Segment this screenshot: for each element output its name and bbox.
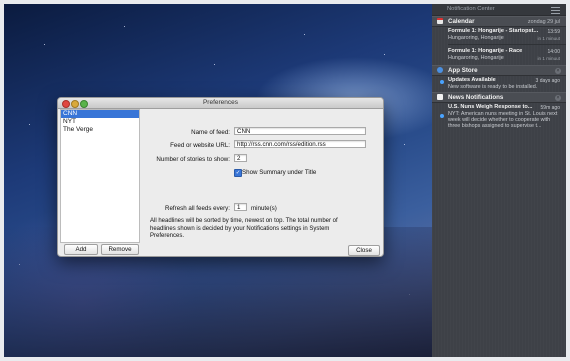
app-store-notification[interactable]: Updates Available 3 days ago New softwar… bbox=[432, 75, 566, 92]
close-button[interactable]: Close bbox=[348, 245, 380, 256]
notification-center-header: Notification Center bbox=[432, 4, 566, 16]
calendar-section-title: Calendar bbox=[448, 18, 475, 25]
notification-body: NYT: American nuns meeting in St. Louis … bbox=[448, 111, 558, 130]
notification-location: Hungaroring, Hongarije bbox=[448, 35, 504, 41]
notification-time: 14:00 bbox=[547, 48, 560, 55]
unread-dot-icon bbox=[440, 80, 444, 84]
unread-dot-icon bbox=[440, 114, 444, 118]
stories-count-field[interactable]: 2 bbox=[234, 154, 247, 162]
remove-feed-button[interactable]: Remove bbox=[101, 244, 139, 255]
refresh-interval-label: Refresh all feeds every: bbox=[165, 205, 230, 212]
feed-name-label: Name of feed: bbox=[191, 129, 230, 136]
news-icon bbox=[437, 94, 443, 100]
feed-url-field[interactable]: http://rss.cnn.com/rss/edition.rss bbox=[234, 140, 366, 148]
preferences-window: Preferences CNN NYT The Verge Add Remove… bbox=[57, 97, 384, 257]
divider bbox=[448, 44, 566, 45]
clear-app-store-button[interactable]: × bbox=[555, 67, 561, 74]
notification-title: Formule 1: Hongarije - Race bbox=[448, 48, 523, 54]
info-text: All headlines will be sorted by time, ne… bbox=[150, 218, 338, 240]
notification-title: Formule 1: Hongarije - Startopst... bbox=[448, 28, 539, 34]
stories-count-label: Number of stories to show: bbox=[156, 156, 230, 163]
window-titlebar[interactable]: Preferences bbox=[58, 98, 383, 109]
calendar-icon bbox=[437, 18, 443, 24]
notification-relative-time: in 1 minuut bbox=[537, 36, 560, 41]
window-title: Preferences bbox=[202, 99, 239, 106]
feed-url-label: Feed or website URL: bbox=[170, 142, 230, 149]
screenshot-frame: Preferences CNN NYT The Verge Add Remove… bbox=[4, 4, 566, 357]
notification-location: Hungaroring, Hongarije bbox=[448, 55, 504, 61]
news-section-title: News Notifications bbox=[448, 94, 504, 101]
notification-relative-time: in 1 minuut bbox=[537, 56, 560, 61]
feed-name-field[interactable]: CNN bbox=[234, 127, 366, 135]
clear-news-button[interactable]: × bbox=[555, 94, 561, 101]
notification-time: 59m ago bbox=[540, 104, 560, 111]
refresh-interval-field[interactable]: 1 bbox=[234, 203, 247, 211]
feed-item-the-verge[interactable]: The Verge bbox=[61, 126, 139, 134]
feed-item-nyt[interactable]: NYT bbox=[61, 118, 139, 126]
app-store-section-title: App Store bbox=[448, 67, 478, 74]
news-notification[interactable]: U.S. Nuns Weigh Response to... 59m ago N… bbox=[432, 102, 566, 134]
add-feed-button[interactable]: Add bbox=[64, 244, 98, 255]
notification-center: Notification Center Calendar zondag 29 j… bbox=[432, 4, 566, 357]
refresh-unit-label: minute(s) bbox=[251, 205, 277, 212]
notification-time: 3 days ago bbox=[535, 77, 560, 84]
list-menu-icon[interactable] bbox=[551, 7, 560, 14]
calendar-notification[interactable]: Formule 1: Hongarije - Race 14:00 Hungar… bbox=[432, 46, 566, 66]
show-summary-label: Show Summary under Title bbox=[242, 169, 317, 176]
app-store-icon bbox=[437, 67, 443, 73]
notification-center-title: Notification Center bbox=[447, 6, 495, 12]
show-summary-checkbox[interactable]: ✓ bbox=[234, 169, 242, 177]
notification-body: New software is ready to be installed. bbox=[448, 84, 538, 90]
notification-title: U.S. Nuns Weigh Response to... bbox=[448, 104, 533, 110]
calendar-notification[interactable]: Formule 1: Hongarije - Startopst... 13:5… bbox=[432, 26, 566, 46]
feed-item-cnn[interactable]: CNN bbox=[61, 110, 139, 118]
feed-list[interactable]: CNN NYT The Verge bbox=[60, 109, 140, 243]
notification-title: Updates Available bbox=[448, 77, 496, 83]
calendar-date: zondag 29 jul bbox=[527, 18, 560, 25]
notification-time: 13:59 bbox=[547, 28, 560, 35]
